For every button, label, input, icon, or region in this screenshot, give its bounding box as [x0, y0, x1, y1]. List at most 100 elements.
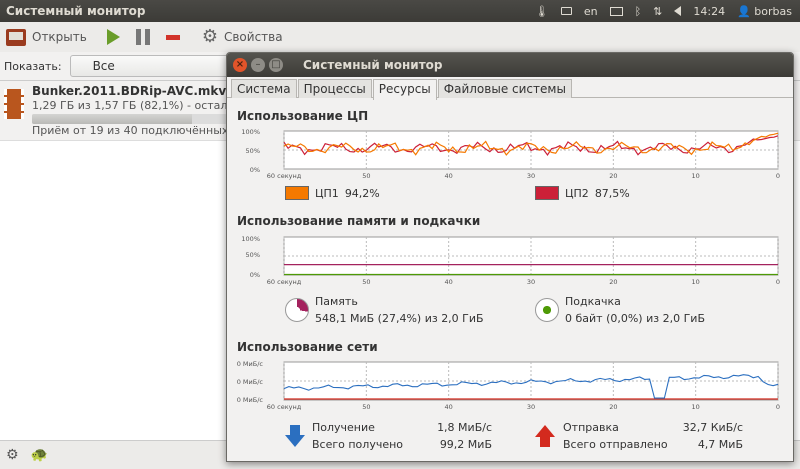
gear-icon[interactable]: ⚙ — [6, 447, 19, 463]
memory-y-tick: 50% — [246, 251, 260, 259]
minimize-icon[interactable]: – — [251, 58, 265, 72]
user-menu[interactable]: 👤 borbas — [737, 5, 792, 18]
bluetooth-icon[interactable]: ᛒ — [635, 5, 642, 18]
close-icon[interactable]: × — [233, 58, 247, 72]
torrent-progress-fill — [32, 114, 193, 124]
torrent-name: Bunker.2011.BDRip-AVC.mkv — [32, 84, 227, 98]
gear-icon[interactable]: ⚙ — [202, 28, 218, 46]
transmission-toolbar: Открыть ⚙ Свойства — [0, 22, 800, 52]
open-button[interactable]: Открыть — [6, 28, 87, 46]
cpu1-label: ЦП1 — [315, 186, 339, 200]
properties-button[interactable]: Свойства — [224, 30, 283, 44]
upload-arrow-icon — [535, 425, 555, 447]
cpu-y-tick: 100% — [241, 128, 260, 136]
turtle-icon[interactable]: 🐢 — [31, 447, 48, 463]
network-section-title: Использование сети — [237, 340, 378, 354]
memory-section-title: Использование памяти и подкачки — [237, 214, 481, 228]
filter-combo[interactable]: Все — [69, 55, 240, 77]
cpu-x-tick: 0 — [776, 172, 780, 180]
network-x-tick: 50 — [362, 403, 370, 411]
filter-label: Показать: — [4, 59, 62, 73]
memory-x-tick: 40 — [445, 278, 453, 286]
swap-legend: Подкачка 0 байт (0,0%) из 2,0 ГиБ — [535, 295, 705, 325]
download-arrow-icon — [285, 425, 305, 447]
cpu-section-title: Использование ЦП — [237, 109, 369, 123]
cpu1-value: 94,2% — [344, 186, 380, 200]
cpu1-color-swatch[interactable] — [285, 186, 309, 200]
cpu-x-tick: 50 — [362, 172, 370, 180]
network-x-tick: 0 — [776, 403, 780, 411]
memory-pie-icon[interactable] — [285, 298, 309, 322]
network-x-tick: 60 секунд — [267, 403, 302, 411]
window-title: Системный монитор — [303, 58, 443, 72]
memory-graph: 100% 50% 0% 60 секунд 50 40 30 20 10 0 — [241, 235, 780, 286]
cpu1-legend: ЦП1 94,2% — [285, 186, 380, 200]
cpu-x-tick: 30 — [527, 172, 535, 180]
torrent-progress-bar — [32, 114, 227, 124]
tab-processes[interactable]: Процессы — [297, 79, 372, 98]
send-rate: 32,7 КиБ/с — [682, 421, 743, 434]
memory-y-tick: 100% — [241, 235, 260, 243]
cpu-y-tick: 50% — [246, 147, 260, 155]
top-panel: Системный монитор 🌡 en ᛒ ⇅ 14:24 👤 borba… — [0, 0, 800, 22]
memory-x-tick: 10 — [692, 278, 700, 286]
video-file-icon — [4, 89, 24, 119]
user-icon: 👤 — [737, 4, 751, 18]
network-x-tick: 10 — [692, 403, 700, 411]
tab-bar: Система Процессы Ресурсы Файловые систем… — [227, 77, 793, 100]
network-y-tick: 4,0 МиБ/с — [237, 360, 263, 368]
remove-icon[interactable] — [165, 34, 180, 40]
cpu-x-tick: 40 — [445, 172, 453, 180]
active-app-title: Системный монитор — [6, 4, 146, 18]
tab-system[interactable]: Система — [231, 79, 297, 98]
keyboard-layout[interactable]: en — [584, 5, 598, 18]
memory-x-tick: 0 — [776, 278, 780, 286]
memory-x-tick: 60 секунд — [267, 278, 302, 286]
tab-filesystems[interactable]: Файловые системы — [437, 79, 572, 98]
cpu2-color-swatch[interactable] — [535, 186, 559, 200]
network-y-tick: 0,0 МиБ/с — [237, 396, 263, 404]
mail-icon[interactable] — [609, 6, 623, 16]
network-x-tick: 40 — [445, 403, 453, 411]
cpu-x-tick: 60 секунд — [267, 172, 302, 180]
network-icon[interactable]: ⇅ — [653, 5, 662, 18]
cpu2-legend: ЦП2 87,5% — [535, 186, 630, 200]
start-icon[interactable] — [106, 29, 120, 45]
memory-value: 548,1 МиБ (27,4%) из 2,0 ГиБ — [315, 312, 484, 325]
open-icon — [6, 28, 26, 46]
swap-value: 0 байт (0,0%) из 2,0 ГиБ — [565, 312, 705, 325]
send-values: 32,7 КиБ/с 4,7 МиБ — [667, 421, 743, 455]
memory-label: Память — [315, 295, 358, 308]
send-total: 4,7 МиБ — [697, 438, 743, 451]
cpu2-value: 87,5% — [594, 186, 630, 200]
swap-label: Подкачка — [565, 295, 621, 308]
system-tray: 🌡 en ᛒ ⇅ 14:24 👤 borbas — [535, 5, 800, 18]
thermometer-icon[interactable]: 🌡 — [535, 5, 549, 18]
network-x-tick: 30 — [527, 403, 535, 411]
cpu-y-tick: 0% — [250, 166, 260, 174]
system-monitor-window: × – □ Системный монитор Система Процессы… — [226, 52, 794, 462]
user-name: borbas — [754, 4, 792, 18]
receive-values: 1,8 МиБ/с 99,2 МиБ — [417, 421, 492, 455]
cpu-x-tick: 10 — [692, 172, 700, 180]
receive-total: 99,2 МиБ — [439, 438, 492, 451]
cpu-graph: 100% 50% 0% 60 секунд 50 40 30 20 10 0 — [241, 128, 780, 180]
cpu2-label: ЦП2 — [565, 186, 589, 200]
open-label: Открыть — [32, 30, 87, 44]
window-titlebar[interactable]: × – □ Системный монитор — [227, 53, 793, 77]
clock[interactable]: 14:24 — [693, 5, 725, 18]
receive-rate: 1,8 МиБ/с — [437, 421, 492, 434]
tab-resources[interactable]: Ресурсы — [372, 79, 437, 100]
memory-x-tick: 20 — [609, 278, 617, 286]
cpu-x-tick: 20 — [609, 172, 617, 180]
memory-x-tick: 30 — [527, 278, 535, 286]
volume-icon[interactable] — [674, 6, 682, 16]
swap-pie-icon[interactable] — [535, 298, 559, 322]
memory-legend: Память 548,1 МиБ (27,4%) из 2,0 ГиБ — [285, 295, 484, 325]
memory-y-tick: 0% — [250, 271, 260, 279]
maximize-icon[interactable]: □ — [269, 58, 283, 72]
keyboard-icon[interactable] — [560, 7, 572, 15]
pause-icon[interactable] — [135, 29, 150, 45]
memory-x-tick: 50 — [362, 278, 370, 286]
network-x-tick: 20 — [609, 403, 617, 411]
